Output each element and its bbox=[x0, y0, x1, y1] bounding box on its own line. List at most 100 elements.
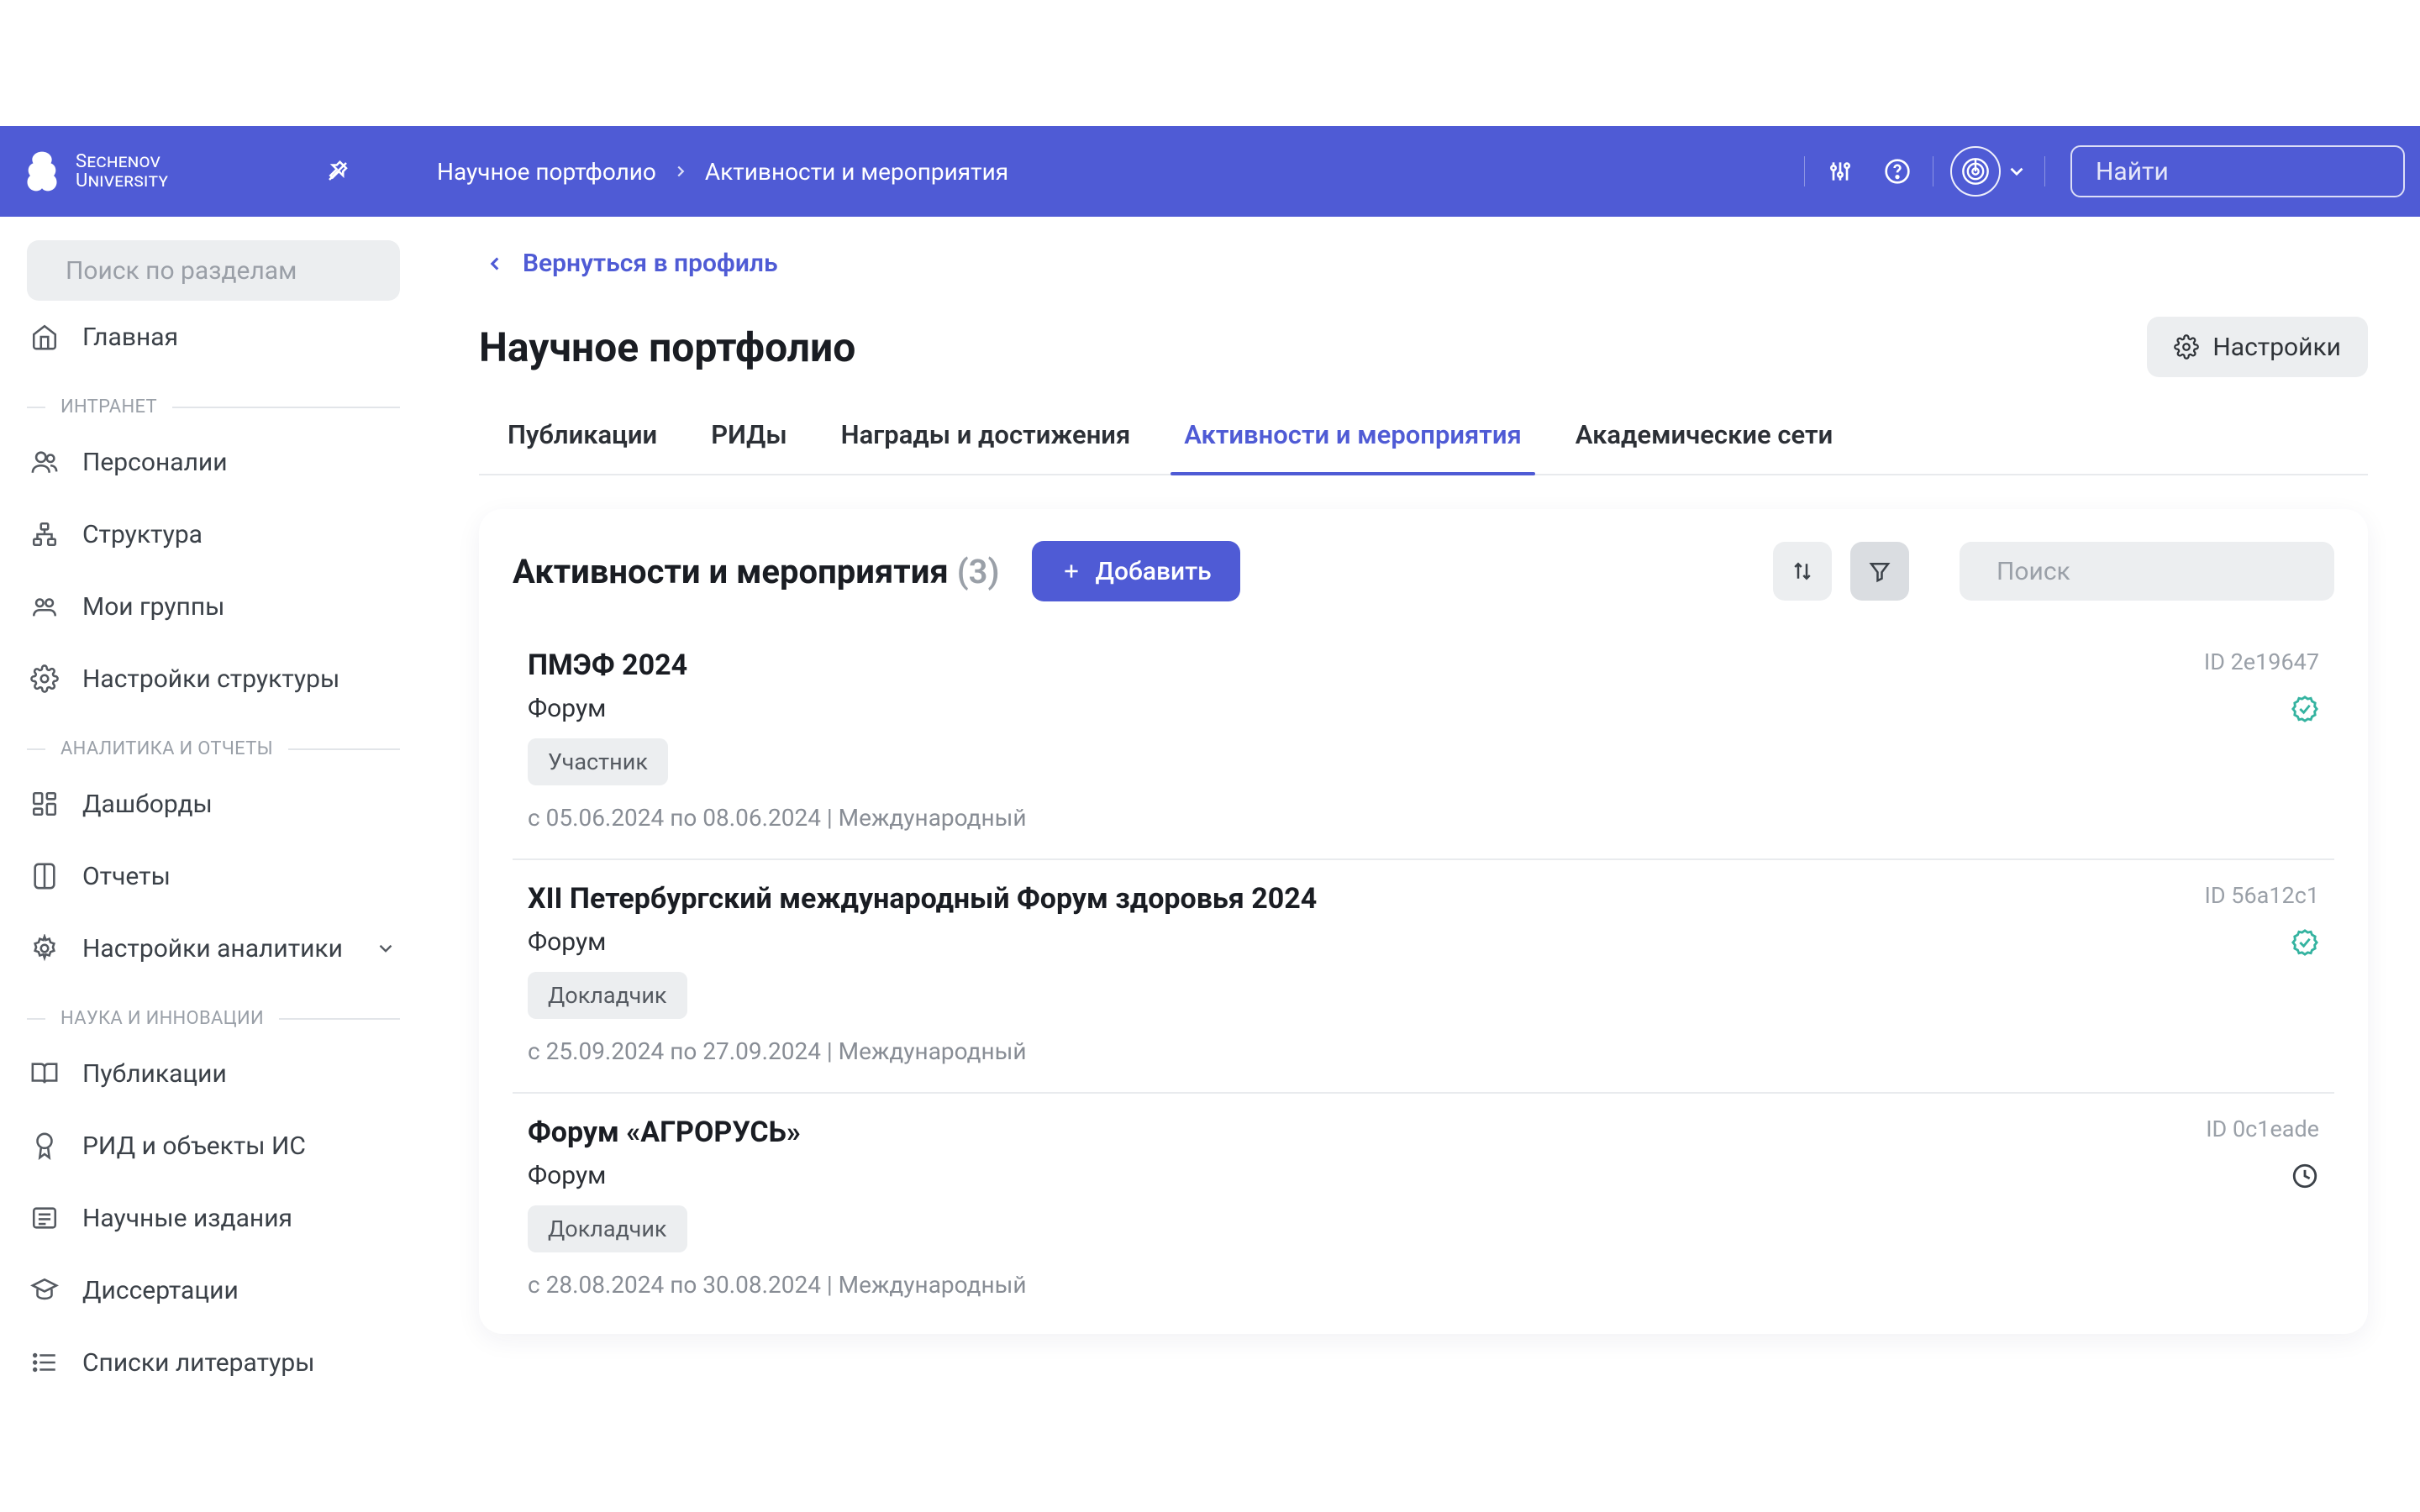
breadcrumb-item[interactable]: Научное портфолио bbox=[437, 158, 656, 186]
sidebar-item-izdaniya[interactable]: Научные издания bbox=[27, 1182, 400, 1254]
sidebar-item-moi-gruppy[interactable]: Мои группы bbox=[27, 570, 400, 643]
breadcrumb-item[interactable]: Активности и мероприятия bbox=[705, 158, 1008, 186]
sidebar-item-nastroiki-analitiki[interactable]: Настройки аналитики bbox=[27, 912, 400, 984]
panel-title: Активности и мероприятия (3) bbox=[513, 552, 1000, 591]
dashboard-icon bbox=[30, 790, 59, 818]
sidebar-item-label: Диссертации bbox=[82, 1276, 239, 1305]
global-search-input[interactable] bbox=[2096, 157, 2416, 186]
events-panel: Активности и мероприятия (3) Добавить bbox=[479, 509, 2368, 1334]
sidebar-item-dissertacii[interactable]: Диссертации bbox=[27, 1254, 400, 1326]
verified-badge-icon bbox=[2291, 928, 2319, 957]
tree-icon bbox=[18, 148, 66, 195]
logo-text: SechenovUniversity bbox=[76, 152, 168, 191]
help-icon bbox=[1884, 158, 1911, 185]
fingerprint-icon bbox=[1957, 153, 1994, 190]
chevron-left-icon bbox=[484, 253, 506, 275]
role-badge: Докладчик bbox=[528, 972, 687, 1019]
add-button[interactable]: Добавить bbox=[1032, 541, 1240, 601]
event-item[interactable]: Форум «АГРОРУСЬ» ID 0c1eade Форум Доклад… bbox=[513, 1094, 2334, 1305]
avatar bbox=[1950, 146, 2001, 197]
help-button[interactable] bbox=[1881, 155, 1914, 188]
sidebar-item-struktura[interactable]: Структура bbox=[27, 498, 400, 570]
newspaper-icon bbox=[30, 1204, 59, 1232]
panel-search-input[interactable] bbox=[1996, 557, 2317, 586]
sidebar-item-label: Списки литературы bbox=[82, 1348, 315, 1378]
sidebar-item-publikacii[interactable]: Публикации bbox=[27, 1037, 400, 1110]
tab-publikacii[interactable]: Публикации bbox=[508, 404, 657, 474]
pin-button[interactable] bbox=[321, 155, 355, 188]
sidebar-item-label: Дашборды bbox=[82, 790, 213, 819]
event-id: ID 56a12c1 bbox=[2205, 882, 2319, 909]
sidebar-item-spiski[interactable]: Списки литературы bbox=[27, 1326, 400, 1399]
filter-button[interactable] bbox=[1850, 542, 1909, 601]
gear-icon bbox=[30, 664, 59, 693]
filter-icon bbox=[1867, 559, 1892, 584]
event-type: Форум bbox=[528, 927, 606, 957]
event-item[interactable]: ПМЭФ 2024 ID 2e19647 Форум Участник с 05… bbox=[513, 627, 2334, 860]
pending-clock-icon bbox=[2291, 1162, 2319, 1190]
verified-badge-icon bbox=[2291, 695, 2319, 723]
sidebar-item-label: Научные издания bbox=[82, 1204, 292, 1233]
event-meta: с 28.08.2024 по 30.08.2024 | Международн… bbox=[528, 1271, 2319, 1299]
event-id: ID 2e19647 bbox=[2204, 648, 2319, 675]
sidebar-section: НАУКА И ИННОВАЦИИ bbox=[27, 1008, 400, 1029]
users-icon bbox=[30, 448, 59, 476]
sidebar-item-dashbordy[interactable]: Дашборды bbox=[27, 768, 400, 840]
event-id: ID 0c1eade bbox=[2206, 1116, 2319, 1142]
chevron-down-icon bbox=[2006, 160, 2028, 182]
sidebar-search[interactable] bbox=[27, 240, 400, 301]
award-icon bbox=[30, 1131, 59, 1160]
sidebar-search-input[interactable] bbox=[66, 256, 386, 286]
sidebar-item-label: Настройки аналитики bbox=[82, 934, 343, 963]
role-badge: Участник bbox=[528, 738, 668, 785]
breadcrumb: Научное портфолио Активности и мероприят… bbox=[437, 158, 1008, 186]
tab-ridy[interactable]: РИДы bbox=[711, 404, 786, 474]
sidebar-section: ИНТРАНЕТ bbox=[27, 396, 400, 417]
home-icon bbox=[30, 323, 59, 351]
event-name: ПМЭФ 2024 bbox=[528, 648, 687, 682]
pin-icon bbox=[325, 159, 350, 184]
sidebar-item-home[interactable]: Главная bbox=[27, 301, 400, 373]
book-open-icon bbox=[30, 1059, 59, 1088]
chevron-down-icon bbox=[375, 937, 397, 959]
chevron-right-icon bbox=[671, 162, 690, 181]
sidebar-item-label: Отчеты bbox=[82, 862, 171, 891]
tab-nagrady[interactable]: Награды и достижения bbox=[841, 404, 1131, 474]
back-link[interactable]: Вернуться в профиль bbox=[484, 249, 2368, 278]
page-title: Научное портфолио bbox=[479, 323, 855, 371]
tabs: Публикации РИДы Награды и достижения Акт… bbox=[479, 404, 2368, 475]
adjustments-button[interactable] bbox=[1823, 155, 1857, 188]
event-type: Форум bbox=[528, 694, 606, 723]
sidebar-item-rid[interactable]: РИД и объекты ИС bbox=[27, 1110, 400, 1182]
sidebar-item-label: РИД и объекты ИС bbox=[82, 1131, 306, 1161]
tab-seti[interactable]: Академические сети bbox=[1576, 404, 1833, 474]
plus-icon bbox=[1060, 560, 1082, 582]
sidebar-item-label: Настройки структуры bbox=[82, 664, 339, 694]
event-meta: с 05.06.2024 по 08.06.2024 | Международн… bbox=[528, 804, 2319, 832]
sidebar-item-otchety[interactable]: Отчеты bbox=[27, 840, 400, 912]
app-header: SechenovUniversity Научное портфолио Акт… bbox=[0, 126, 2420, 217]
event-type: Форум bbox=[528, 1161, 606, 1190]
sidebar-item-label: Мои группы bbox=[82, 592, 224, 622]
event-item[interactable]: XII Петербургский международный Форум зд… bbox=[513, 860, 2334, 1094]
logo[interactable]: SechenovUniversity bbox=[18, 148, 321, 195]
graduation-icon bbox=[30, 1276, 59, 1305]
sidebar-item-nastroiki-struktury[interactable]: Настройки структуры bbox=[27, 643, 400, 715]
panel-search[interactable] bbox=[1960, 542, 2334, 601]
user-menu[interactable] bbox=[1950, 146, 2028, 197]
sidebar-item-label: Структура bbox=[82, 520, 203, 549]
global-search[interactable] bbox=[2070, 145, 2405, 197]
sidebar-item-personalii[interactable]: Персоналии bbox=[27, 426, 400, 498]
sort-button[interactable] bbox=[1773, 542, 1832, 601]
tab-aktivnosti[interactable]: Активности и мероприятия bbox=[1184, 404, 1522, 474]
main-content: Вернуться в профиль Научное портфолио На… bbox=[427, 217, 2420, 1512]
gear-icon bbox=[2174, 334, 2199, 360]
sort-icon bbox=[1790, 559, 1815, 584]
sidebar-section: АНАЛИТИКА И ОТЧЕТЫ bbox=[27, 738, 400, 759]
role-badge: Докладчик bbox=[528, 1205, 687, 1252]
event-meta: с 25.09.2024 по 27.09.2024 | Международн… bbox=[528, 1037, 2319, 1065]
settings-button[interactable]: Настройки bbox=[2147, 317, 2368, 377]
event-name: Форум «АГРОРУСЬ» bbox=[528, 1116, 801, 1149]
gear-icon bbox=[30, 934, 59, 963]
sidebar-item-label: Персоналии bbox=[82, 448, 228, 477]
